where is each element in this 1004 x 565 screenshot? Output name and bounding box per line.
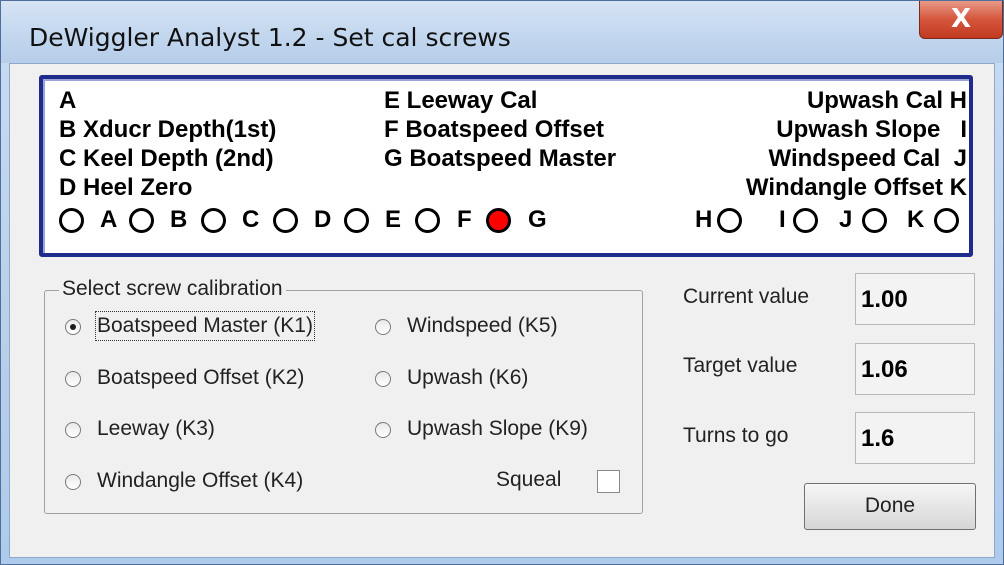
screw-label-d: D (314, 206, 332, 233)
screw-indicator-e (344, 208, 369, 233)
radio-windspeed[interactable] (375, 319, 391, 335)
option-label-windangle-offset[interactable]: Windangle Offset (K4) (97, 468, 303, 494)
turns-to-go-label: Turns to go (683, 424, 789, 447)
screw-indicator-i (793, 208, 818, 233)
legend-mid-f: F Boatspeed Offset (384, 116, 605, 143)
done-button[interactable]: Done (804, 483, 976, 530)
dialog-window: DeWiggler Analyst 1.2 - Set cal screws X… (0, 0, 1004, 565)
radio-upwash-slope[interactable] (375, 422, 391, 438)
screw-indicator-d (273, 208, 298, 233)
legend-mid-g: G Boatspeed Master (384, 145, 617, 172)
option-label-boatspeed-master[interactable]: Boatspeed Master (K1) (95, 311, 315, 341)
screw-label-k: K (907, 206, 925, 233)
radio-windangle-offset[interactable] (65, 474, 81, 490)
legend-left-a: A (59, 87, 77, 114)
close-button[interactable]: X (919, 1, 1003, 39)
radio-boatspeed-offset[interactable] (65, 371, 81, 387)
legend-right-i: Upwash Slope I (776, 116, 967, 143)
screw-label-a: A (100, 206, 118, 233)
option-label-boatspeed-offset[interactable]: Boatspeed Offset (K2) (97, 365, 304, 391)
screw-label-g: G (528, 206, 547, 233)
screw-label-b: B (170, 206, 188, 233)
legend-left-d: D Heel Zero (59, 174, 193, 201)
window-title: DeWiggler Analyst 1.2 - Set cal screws (29, 23, 511, 52)
target-value-field: 1.06 (855, 343, 975, 395)
title-bar[interactable]: DeWiggler Analyst 1.2 - Set cal screws X (1, 1, 1003, 63)
screw-indicator-f (415, 208, 440, 233)
screw-indicator-k (934, 208, 959, 233)
radio-leeway[interactable] (65, 422, 81, 438)
screw-indicator-g-active (486, 208, 511, 233)
legend-mid-e: E Leeway Cal (384, 87, 538, 114)
squeal-label: Squeal (496, 468, 562, 491)
legend-right-h: Upwash Cal H (806, 87, 967, 114)
screw-indicator-b (129, 208, 154, 233)
close-icon: X (950, 4, 972, 34)
legend-left-b: B Xducr Depth(1st) (59, 116, 277, 143)
screw-label-i: I (779, 206, 786, 233)
current-value-field: 1.00 (855, 273, 975, 325)
screw-label-c: C (242, 206, 260, 233)
screw-indicator-j (862, 208, 887, 233)
radio-upwash[interactable] (375, 371, 391, 387)
legend-left-c: C Keel Depth (2nd) (59, 145, 274, 172)
screw-label-h: H (695, 206, 713, 233)
group-title: Select screw calibration (59, 277, 286, 301)
radio-boatspeed-master[interactable] (65, 319, 81, 335)
squeal-checkbox[interactable] (597, 470, 620, 493)
option-label-leeway[interactable]: Leeway (K3) (97, 416, 215, 442)
screw-indicator-h (717, 208, 742, 233)
current-value-label: Current value (683, 285, 810, 308)
screw-label-e: E (385, 206, 402, 233)
option-label-windspeed[interactable]: Windspeed (K5) (407, 313, 558, 339)
target-value-label: Target value (683, 354, 798, 377)
screw-label-f: F (457, 206, 472, 233)
screw-label-j: J (839, 206, 853, 233)
option-label-upwash[interactable]: Upwash (K6) (407, 365, 528, 391)
legend-right-j: Windspeed Cal J (768, 145, 968, 172)
turns-to-go-field: 1.6 (855, 412, 975, 464)
legend-right-k: Windangle Offset K (745, 174, 967, 201)
option-label-upwash-slope[interactable]: Upwash Slope (K9) (407, 416, 588, 442)
screw-indicator-c (201, 208, 226, 233)
screw-indicator-a (59, 208, 84, 233)
